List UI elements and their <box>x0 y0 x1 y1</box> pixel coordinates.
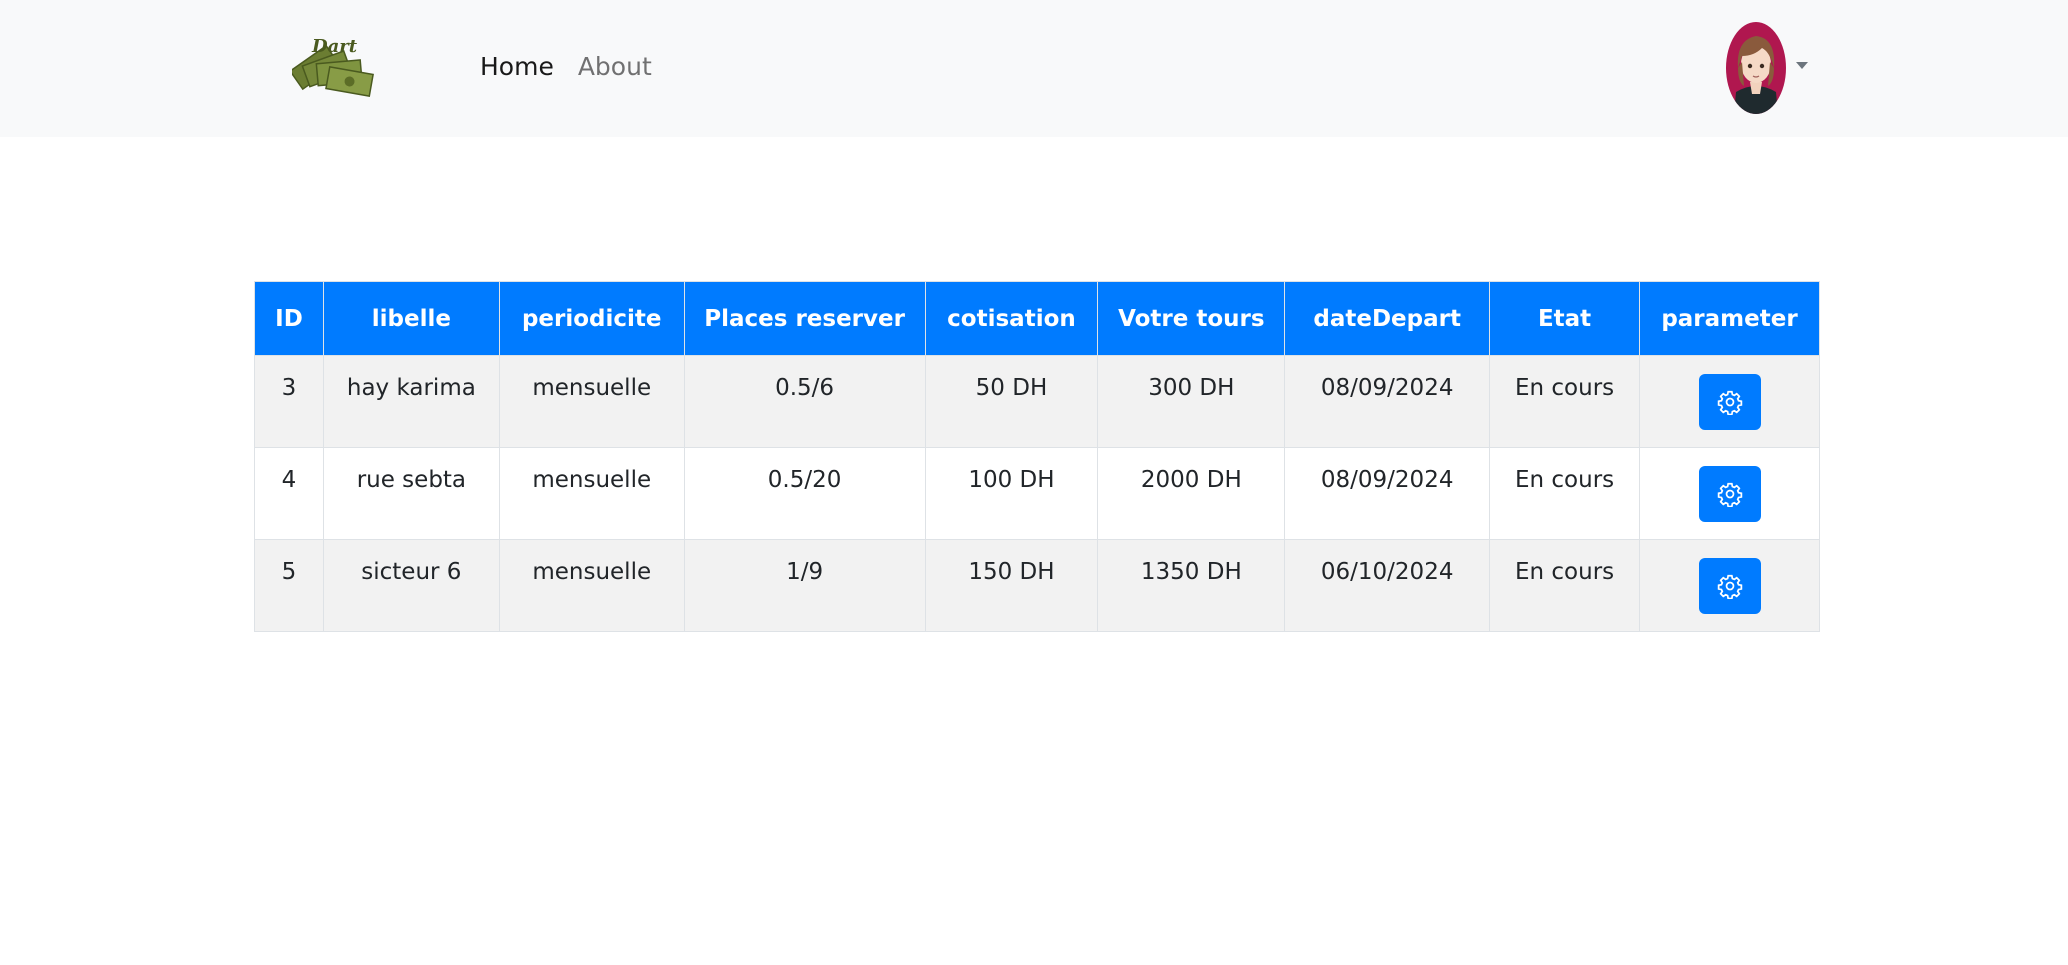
gear-icon <box>1717 574 1742 599</box>
gear-icon <box>1717 482 1742 507</box>
navbar: Dart Home About <box>0 0 2068 137</box>
cell-periodicite: mensuelle <box>498 447 685 540</box>
gear-icon <box>1717 390 1742 415</box>
cell-libelle: hay karima <box>322 355 500 448</box>
cell-parameter <box>1639 447 1820 540</box>
logo-text: Dart <box>311 36 358 57</box>
logo[interactable]: Dart <box>289 34 376 104</box>
cell-cotisation: 150 DH <box>924 539 1099 632</box>
cell-cotisation: 50 DH <box>924 355 1099 448</box>
column-header-date: dateDepart <box>1284 281 1491 356</box>
nav-link-home[interactable]: Home <box>480 52 554 81</box>
cell-etat: En cours <box>1489 539 1640 632</box>
cell-etat: En cours <box>1489 355 1640 448</box>
cell-tours: 1350 DH <box>1097 539 1286 632</box>
cell-cotisation: 100 DH <box>924 447 1099 540</box>
cell-tours: 2000 DH <box>1097 447 1286 540</box>
cell-parameter <box>1639 355 1820 448</box>
settings-button[interactable] <box>1698 558 1761 614</box>
cell-libelle: rue sebta <box>322 447 500 540</box>
cell-date: 06/10/2024 <box>1284 539 1491 632</box>
cell-id: 4 <box>254 447 324 540</box>
column-header-cotisation: cotisation <box>924 281 1099 356</box>
cell-parameter <box>1639 539 1820 632</box>
nav-link-about[interactable]: About <box>578 52 652 81</box>
settings-button[interactable] <box>1698 466 1761 522</box>
table-header-row: ID libelle periodicite Places reserver c… <box>254 281 1820 356</box>
cell-places: 1/9 <box>683 539 926 632</box>
cell-etat: En cours <box>1489 447 1640 540</box>
column-header-parameter: parameter <box>1639 281 1820 356</box>
cell-libelle: sicteur 6 <box>322 539 500 632</box>
cell-periodicite: mensuelle <box>498 355 685 448</box>
table-row: 3 hay karima mensuelle 0.5/6 50 DH 300 D… <box>254 355 1820 448</box>
chevron-down-icon <box>1796 61 1808 69</box>
table-row: 5 sicteur 6 mensuelle 1/9 150 DH 1350 DH… <box>254 539 1820 632</box>
column-header-periodicite: periodicite <box>498 281 685 356</box>
column-header-places: Places reserver <box>683 281 926 356</box>
cell-id: 5 <box>254 539 324 632</box>
column-header-libelle: libelle <box>322 281 500 356</box>
user-menu-toggle[interactable] <box>1726 22 1816 114</box>
cell-places: 0.5/20 <box>683 447 926 540</box>
nav-links: Home About <box>480 52 652 81</box>
table-row: 4 rue sebta mensuelle 0.5/20 100 DH 2000… <box>254 447 1820 540</box>
avatar[interactable] <box>1726 22 1786 114</box>
cell-periodicite: mensuelle <box>498 539 685 632</box>
cell-places: 0.5/6 <box>683 355 926 448</box>
data-table: ID libelle periodicite Places reserver c… <box>254 281 1820 632</box>
column-header-id: ID <box>254 281 324 356</box>
column-header-etat: Etat <box>1489 281 1640 356</box>
cell-date: 08/09/2024 <box>1284 447 1491 540</box>
cell-id: 3 <box>254 355 324 448</box>
settings-button[interactable] <box>1698 374 1761 430</box>
cell-tours: 300 DH <box>1097 355 1286 448</box>
cell-date: 08/09/2024 <box>1284 355 1491 448</box>
column-header-tours: Votre tours <box>1097 281 1286 356</box>
